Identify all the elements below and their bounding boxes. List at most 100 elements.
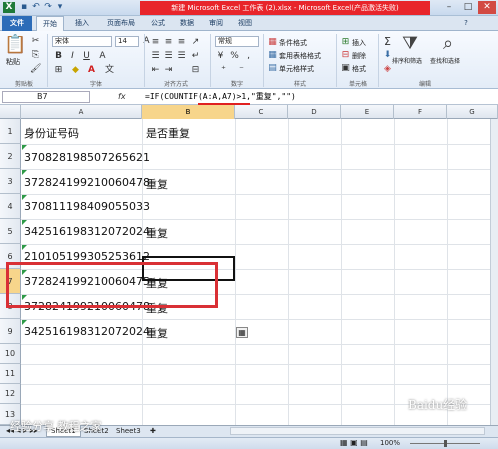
row-header-9[interactable]: 9 (0, 319, 21, 344)
borders-icon[interactable]: ⊞ (53, 65, 64, 76)
copy-icon[interactable]: ⎘ (30, 50, 41, 61)
cell-a3[interactable]: 372824199210060478 (24, 176, 150, 189)
conditional-format-icon[interactable]: ▦ (267, 37, 278, 48)
tab-page-layout[interactable]: 页面布局 (100, 16, 142, 31)
font-color-icon[interactable]: A (97, 51, 108, 62)
minimize-icon[interactable]: – (440, 1, 458, 14)
tab-data[interactable]: 数据 (174, 16, 200, 31)
save-icon[interactable]: ▪ (18, 2, 30, 13)
name-box[interactable]: B7 (2, 91, 90, 103)
row-header-4[interactable]: 4 (0, 194, 21, 219)
fill-color-icon[interactable]: ◆ (70, 65, 81, 76)
bold-button[interactable]: B (53, 51, 64, 62)
italic-button[interactable]: I (67, 51, 78, 62)
format-cells-button[interactable]: 格式 (352, 64, 366, 74)
cell-a4[interactable]: 370811198409055033 (24, 200, 150, 213)
tab-formulas[interactable]: 公式 (145, 16, 171, 31)
undo-icon[interactable]: ↶ (30, 2, 42, 13)
align-right-icon[interactable]: ☰ (176, 51, 187, 62)
zoom-level[interactable]: 100% (380, 438, 400, 448)
select-all-corner[interactable] (0, 105, 21, 119)
insert-cells-icon[interactable]: ⊞ (340, 37, 351, 48)
merge-cells-icon[interactable]: ⊟ (190, 65, 201, 76)
format-as-table-button[interactable]: 套用表格格式 (279, 51, 321, 61)
align-left-icon[interactable]: ☰ (150, 51, 161, 62)
text-color-icon[interactable]: A (86, 65, 97, 76)
insert-cells-button[interactable]: 插入 (352, 38, 366, 48)
redo-icon[interactable]: ↷ (42, 2, 54, 13)
align-bottom-icon[interactable]: ≡ (176, 37, 187, 48)
row-header-11[interactable]: 11 (0, 364, 21, 384)
tab-view[interactable]: 视图 (232, 16, 258, 31)
column-header-g[interactable]: G (447, 105, 498, 119)
percent-button[interactable]: % (229, 51, 240, 62)
sort-filter-button[interactable]: 排序和筛选 (392, 57, 422, 67)
align-center-icon[interactable]: ☰ (163, 51, 174, 62)
formula-input[interactable]: =IF(COUNTIF(A:A,A7)>1,"重复","") (145, 91, 296, 103)
cell-b9[interactable]: 重复 (146, 325, 168, 341)
column-header-a[interactable]: A (21, 105, 142, 119)
maximize-icon[interactable]: □ (459, 1, 477, 14)
paste-button[interactable]: 粘贴 (6, 57, 20, 67)
tab-file[interactable]: 文件 (2, 16, 32, 31)
autosum-icon[interactable]: Σ (382, 36, 393, 47)
tab-home[interactable]: 开始 (36, 16, 64, 31)
cell-styles-icon[interactable]: ▤ (267, 63, 278, 74)
column-header-c[interactable]: C (235, 105, 288, 119)
cell-a5[interactable]: 342516198312072024 (24, 225, 150, 238)
phonetic-icon[interactable]: 文 (104, 65, 115, 76)
new-sheet-icon[interactable]: ✚ (150, 427, 158, 435)
paste-icon[interactable]: 📋 (4, 35, 26, 55)
delete-cells-icon[interactable]: ⊟ (340, 50, 351, 61)
decrease-indent-icon[interactable]: ⇤ (150, 65, 161, 76)
delete-cells-button[interactable]: 删除 (352, 51, 366, 61)
row-header-1[interactable]: 1 (0, 119, 21, 144)
cell-b5[interactable]: 重复 (146, 225, 168, 241)
cell-styles-button[interactable]: 单元格样式 (279, 64, 314, 74)
column-header-d[interactable]: D (288, 105, 341, 119)
row-header-2[interactable]: 2 (0, 144, 21, 169)
cell-a2[interactable]: 370828198507265621 (24, 151, 150, 164)
wrap-text-icon[interactable]: ↵ (190, 51, 201, 62)
cell-a9[interactable]: 342516198312072024 (24, 325, 150, 338)
orientation-icon[interactable]: ↗ (190, 37, 201, 48)
find-select-icon[interactable]: ⌕ (436, 34, 460, 54)
increase-decimal-icon[interactable]: ⁺ (218, 65, 229, 76)
cell-a1[interactable]: 身份证号码 (24, 125, 79, 141)
tab-insert[interactable]: 插入 (68, 16, 96, 31)
close-icon[interactable]: ✕ (478, 1, 496, 14)
increase-indent-icon[interactable]: ⇥ (163, 65, 174, 76)
find-select-button[interactable]: 查找和选择 (430, 57, 460, 67)
format-cells-icon[interactable]: ▣ (340, 63, 351, 74)
conditional-format-button[interactable]: 条件格式 (279, 38, 307, 48)
format-painter-icon[interactable]: 🖌 (30, 64, 41, 75)
decrease-decimal-icon[interactable]: ⁻ (236, 65, 247, 76)
cell-b3[interactable]: 重复 (146, 176, 168, 192)
sort-filter-icon[interactable]: ⧩ (398, 34, 422, 54)
sheet-tab-3[interactable]: Sheet3 (112, 425, 145, 437)
comma-style-button[interactable]: , (243, 51, 254, 62)
number-format-select[interactable]: 常规 (215, 36, 259, 47)
align-middle-icon[interactable]: ≡ (163, 37, 174, 48)
cut-icon[interactable]: ✂ (30, 36, 41, 47)
function-icon[interactable]: fx (118, 92, 126, 101)
currency-icon[interactable]: ¥ (215, 51, 226, 62)
column-header-e[interactable]: E (341, 105, 394, 119)
row-header-5[interactable]: 5 (0, 219, 21, 244)
tab-review[interactable]: 审阅 (203, 16, 229, 31)
row-header-12[interactable]: 12 (0, 384, 21, 404)
underline-button[interactable]: U (81, 51, 92, 62)
vertical-scrollbar[interactable] (490, 119, 498, 425)
quick-access-dropdown-icon[interactable]: ▾ (54, 2, 66, 13)
format-as-table-icon[interactable]: ▦ (267, 50, 278, 61)
paste-options-icon[interactable]: ▦ (236, 327, 248, 338)
view-buttons-icon[interactable]: ▦ ▣ ▤ (340, 438, 368, 448)
row-header-10[interactable]: 10 (0, 344, 21, 364)
font-size-select[interactable]: 14 (115, 36, 139, 47)
cell-b1[interactable]: 是否重复 (146, 125, 190, 141)
row-header-3[interactable]: 3 (0, 169, 21, 194)
zoom-slider-thumb[interactable] (444, 440, 447, 447)
align-top-icon[interactable]: ≡ (150, 37, 161, 48)
column-header-f[interactable]: F (394, 105, 447, 119)
column-header-b[interactable]: B (142, 105, 235, 119)
